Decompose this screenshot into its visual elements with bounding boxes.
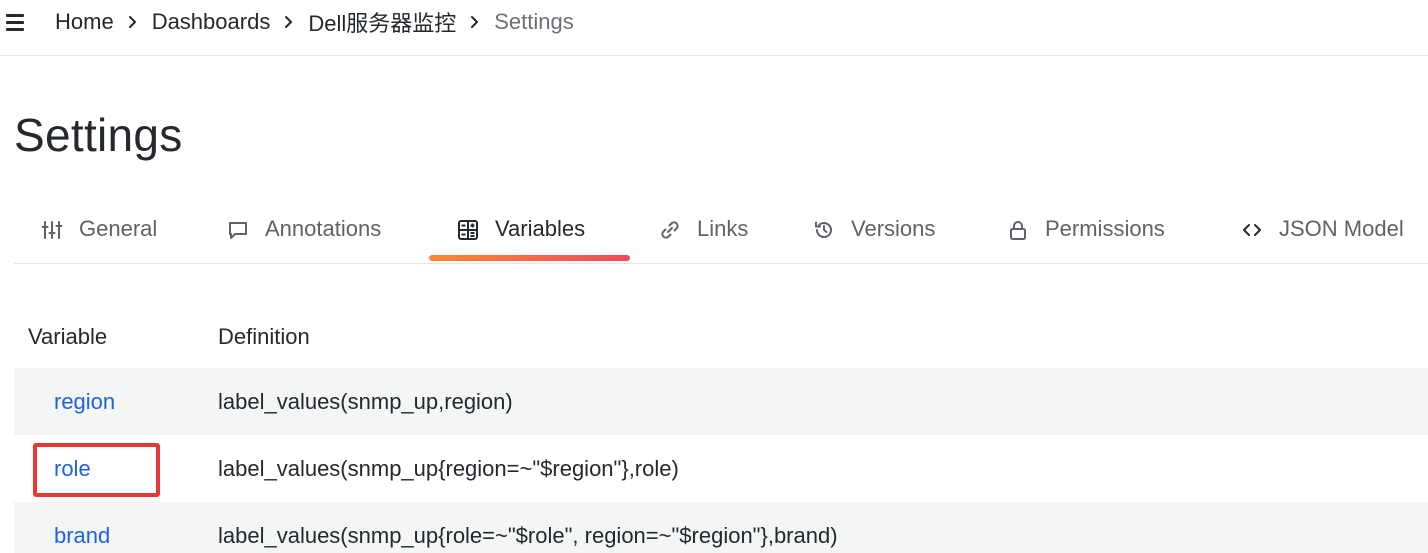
variable-definition: label_values(snmp_up,region) [218,389,513,414]
tab-label: Versions [851,216,936,241]
link-icon [659,219,681,241]
chevron-right-icon [128,15,138,29]
highlight-annotation-box [33,443,160,497]
table-row: region label_values(snmp_up,region) [14,368,1428,435]
chevron-right-icon [284,15,294,29]
variables-table: Variable Definition region label_values(… [14,304,1428,553]
variable-link-role[interactable]: role [54,456,91,482]
breadcrumb-dashboard-name[interactable]: Dell服务器监控 [308,6,456,38]
tab-label: Annotations [265,216,382,241]
column-header-definition: Definition [218,324,310,349]
table-row: brand label_values(snmp_up{role=~"$role"… [14,502,1428,553]
hamburger-menu-icon[interactable] [6,13,24,31]
calculator-icon [457,219,479,241]
variable-link-brand[interactable]: brand [54,523,110,549]
breadcrumb-home[interactable]: Home [55,9,114,35]
table-header: Variable Definition [14,304,1428,368]
table-row: role label_values(snmp_up{region=~"$regi… [14,435,1428,502]
column-header-variable: Variable [28,324,108,349]
top-bar: Home Dashboards Dell服务器监控 Settings [0,0,1428,56]
tab-label: Permissions [1045,216,1165,241]
tab-label: General [79,216,158,241]
settings-tabs: General Annotations Variables Links Vers… [14,208,1428,264]
tab-versions[interactable]: Versions [813,208,935,264]
tab-general[interactable]: General [41,208,157,264]
variable-definition: label_values(snmp_up{region=~"$region"},… [218,456,679,481]
breadcrumb-current: Settings [494,9,574,34]
chevron-right-icon [470,15,480,29]
tab-json-model[interactable]: JSON Model [1241,208,1404,264]
breadcrumb: Home Dashboards Dell服务器监控 Settings [55,8,574,36]
sliders-icon [41,219,63,241]
breadcrumb-dashboards[interactable]: Dashboards [152,9,271,35]
tab-label: Links [697,216,749,241]
tab-label: JSON Model [1279,216,1404,241]
comment-icon [227,219,249,241]
page-title: Settings [14,109,183,161]
tab-links[interactable]: Links [659,208,748,264]
code-brackets-icon [1241,219,1263,241]
tab-annotations[interactable]: Annotations [227,208,381,264]
variable-definition: label_values(snmp_up{role=~"$role", regi… [218,523,838,548]
lock-icon [1007,219,1029,241]
variable-link-region[interactable]: region [54,389,115,415]
active-tab-indicator [429,255,630,261]
tab-label: Variables [495,216,586,241]
history-icon [813,219,835,241]
tab-permissions[interactable]: Permissions [1007,208,1165,264]
